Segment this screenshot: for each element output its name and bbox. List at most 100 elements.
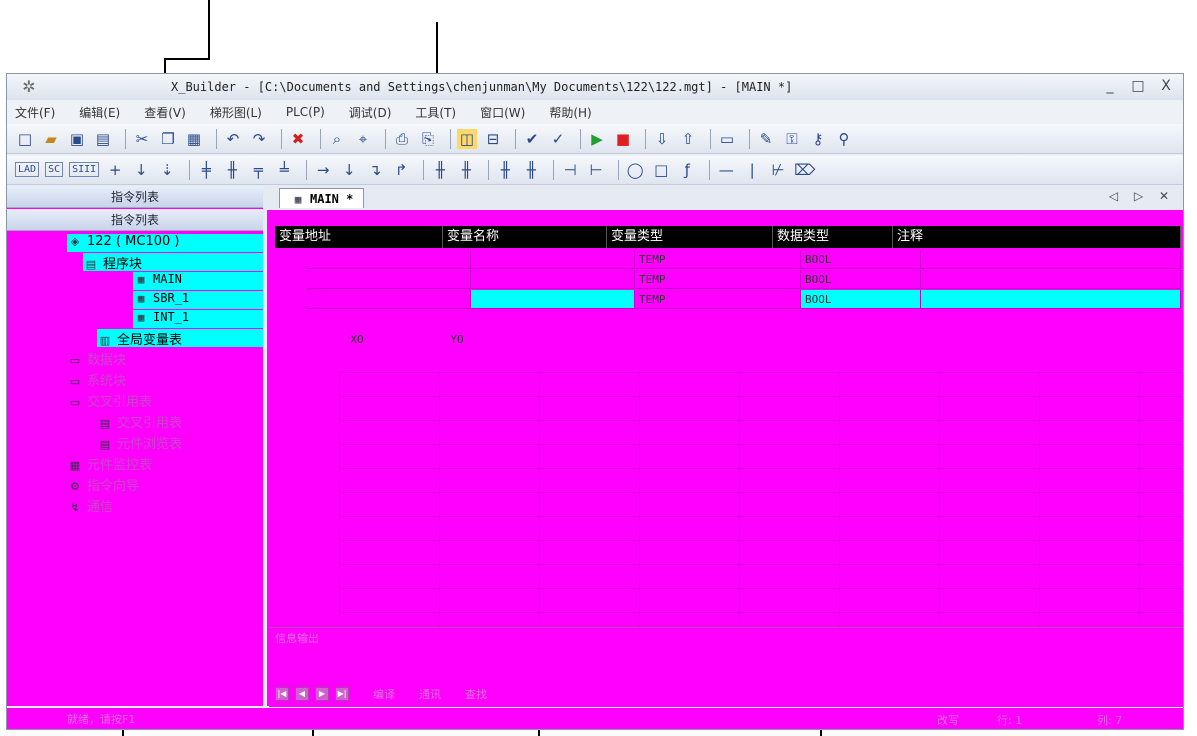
menu-edit[interactable]: 编辑(E) [79, 104, 120, 121]
edit-icon[interactable]: ✎ [756, 129, 776, 149]
right-arrow-icon[interactable]: → [313, 160, 333, 180]
tree-global-vars[interactable]: ▥ 全局变量表 [97, 329, 263, 348]
key-icon[interactable]: ⚲ [834, 129, 854, 149]
pane-header-instruction-list[interactable]: 指令列表 [7, 186, 263, 208]
menu-help[interactable]: 帮助(H) [549, 104, 591, 121]
cell-var-type[interactable]: TEMP [635, 290, 801, 309]
tab-compile[interactable]: 编译 [373, 686, 395, 702]
unlock-icon[interactable]: ⚷ [808, 129, 828, 149]
cmp2-icon[interactable]: ⊢ [586, 160, 606, 180]
download-icon[interactable]: ⇩ [652, 129, 672, 149]
minimize-button[interactable]: _ [1101, 77, 1119, 95]
paste-icon[interactable]: ▦ [184, 129, 204, 149]
find-icon[interactable]: ⌕ [327, 129, 347, 149]
down-icon[interactable]: ↓ [339, 160, 359, 180]
cmp-icon[interactable]: ⊣ [560, 160, 580, 180]
contact-p-icon[interactable]: ╫ [495, 160, 515, 180]
check-all-icon[interactable]: ✓ [548, 129, 568, 149]
cell-name[interactable] [471, 250, 635, 269]
branch2-icon[interactable]: ╫ [222, 160, 242, 180]
contact-n-icon[interactable]: ╫ [521, 160, 541, 180]
cell-address[interactable] [307, 270, 471, 289]
col-var-type[interactable]: 变量类型 [607, 226, 773, 248]
tree-program-block[interactable]: ▤ 程序块 [83, 253, 263, 272]
preview-icon[interactable]: ⎙ [392, 129, 412, 149]
cell-data-type[interactable]: BOOL [801, 270, 921, 289]
pane-header-instruction-list-2[interactable]: 指令列表 [7, 209, 263, 231]
tree-element-browser[interactable]: ▤ 元件浏览表 [97, 433, 182, 452]
cell-comment[interactable] [921, 290, 1181, 309]
tab-navigation-buttons[interactable]: ◁ ▷ ✕ [1109, 189, 1175, 203]
slash-icon[interactable]: ⊬ [768, 160, 788, 180]
corner2-icon[interactable]: ↱ [391, 160, 411, 180]
cell-var-type[interactable]: TEMP [635, 270, 801, 289]
run-icon[interactable]: ▶ [587, 129, 607, 149]
copy-icon[interactable]: ❐ [158, 129, 178, 149]
cell-address[interactable] [307, 290, 471, 309]
col-var-address[interactable]: 变量地址 [275, 226, 443, 248]
table-row[interactable]: TEMP BOOL [307, 270, 1181, 289]
cell-comment[interactable] [921, 250, 1181, 269]
contact-icon[interactable]: ╫ [430, 160, 450, 180]
prev-tab-button[interactable]: ◀ [295, 687, 309, 701]
cell-comment[interactable] [921, 270, 1181, 289]
ladder-network-1[interactable]: XO YO [307, 330, 1181, 350]
nc-contact-icon[interactable]: ╫ [456, 160, 476, 180]
contact-x0[interactable]: XO [307, 330, 407, 350]
cell-name[interactable] [471, 290, 635, 309]
tree-instruction-wizard[interactable]: ⚙ 指令向导 [67, 475, 139, 494]
lad-mode-button[interactable]: LAD [15, 162, 40, 177]
tab-communication[interactable]: 通讯 [419, 686, 441, 702]
cell-name[interactable] [471, 270, 635, 289]
app-gear-icon[interactable]: ✲ [19, 77, 39, 97]
open-icon[interactable]: ▰ [41, 129, 61, 149]
print-icon[interactable]: ⎘ [418, 129, 438, 149]
tree-program-sbr1[interactable]: ▦ SBR_1 [133, 291, 263, 309]
hline-icon[interactable]: — [716, 160, 736, 180]
plus-icon[interactable]: + [105, 160, 125, 180]
stop-icon[interactable]: ■ [613, 129, 633, 149]
col-comment[interactable]: 注释 [893, 226, 1181, 248]
tree-data-block[interactable]: ▭ 数据块 [67, 349, 126, 368]
table-row[interactable]: TEMP BOOL [307, 290, 1181, 309]
cell-address[interactable] [307, 250, 471, 269]
cut-icon[interactable]: ✂ [132, 129, 152, 149]
func-icon[interactable]: ƒ [677, 160, 697, 180]
branch3-icon[interactable]: ╤ [248, 160, 268, 180]
menu-view[interactable]: 查看(V) [144, 104, 186, 121]
branch4-icon[interactable]: ╧ [274, 160, 294, 180]
maximize-button[interactable]: □ [1129, 77, 1147, 95]
siii-mode-button[interactable]: SIII [69, 162, 100, 177]
vline-icon[interactable]: | [742, 160, 762, 180]
last-tab-button[interactable]: ▶| [335, 687, 349, 701]
menu-tools[interactable]: 工具(T) [415, 104, 456, 121]
tree-system-block[interactable]: ▭ 系统块 [67, 370, 126, 389]
col-var-name[interactable]: 变量名称 [443, 226, 607, 248]
menu-debug[interactable]: 调试(D) [349, 104, 392, 121]
redo-icon[interactable]: ↷ [249, 129, 269, 149]
menu-file[interactable]: 文件(F) [15, 104, 55, 121]
lock-icon[interactable]: ⚿ [782, 129, 802, 149]
layout-icon[interactable]: ◫ [457, 128, 477, 149]
monitor-icon[interactable]: ▭ [717, 129, 737, 149]
tree-root[interactable]: ◈ 122 ( MC100 ) [67, 234, 263, 252]
save-icon[interactable]: ▣ [67, 129, 87, 149]
save-all-icon[interactable]: ▤ [93, 129, 113, 149]
cell-data-type[interactable]: BOOL [801, 250, 921, 269]
cell-data-type[interactable]: BOOL [801, 290, 921, 309]
tab-find[interactable]: 查找 [465, 686, 487, 702]
tree-cross-ref[interactable]: ▭ 交叉引用表 [67, 391, 152, 410]
replace-icon[interactable]: ⌖ [353, 129, 373, 149]
coil-icon[interactable]: ◯ [625, 160, 645, 180]
down-arrow2-icon[interactable]: ⇣ [157, 160, 177, 180]
box-icon[interactable]: □ [651, 160, 671, 180]
first-tab-button[interactable]: |◀ [275, 687, 289, 701]
coil-y0[interactable]: YO [407, 330, 507, 350]
menu-ladder[interactable]: 梯形图(L) [210, 104, 262, 121]
branch-icon[interactable]: ╪ [196, 160, 216, 180]
tree-program-main[interactable]: ▦ MAIN [133, 272, 263, 290]
new-icon[interactable]: □ [15, 129, 35, 149]
table-row[interactable]: TEMP BOOL [307, 250, 1181, 269]
next-tab-button[interactable]: ▶ [315, 687, 329, 701]
col-data-type[interactable]: 数据类型 [773, 226, 893, 248]
